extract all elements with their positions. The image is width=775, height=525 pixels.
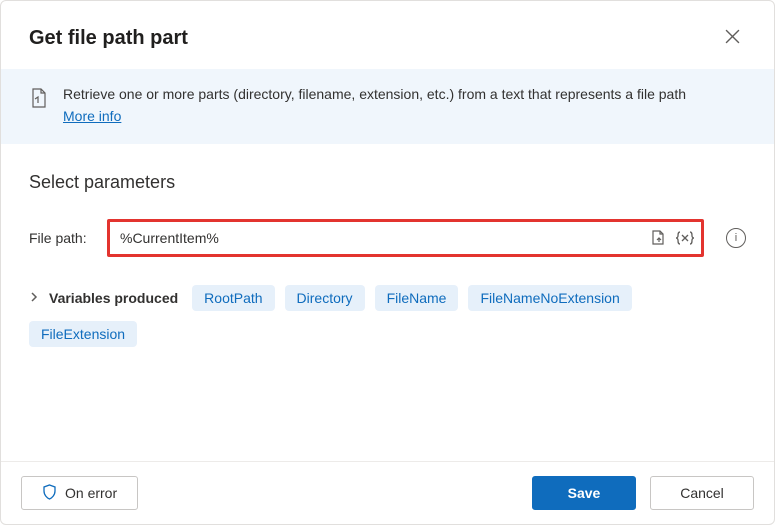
variables-produced-row: Variables produced RootPath Directory Fi… xyxy=(29,285,746,347)
close-button[interactable] xyxy=(719,23,746,53)
dialog-body: Select parameters File path: xyxy=(1,144,774,461)
on-error-label: On error xyxy=(65,485,117,501)
close-icon xyxy=(725,29,740,47)
dialog-title: Get file path part xyxy=(29,27,188,50)
dialog: Get file path part Retrieve one or more … xyxy=(0,0,775,525)
help-icon[interactable]: i xyxy=(726,228,746,248)
variable-chip[interactable]: FileName xyxy=(375,285,459,311)
shield-icon xyxy=(42,484,57,503)
file-path-input[interactable] xyxy=(120,230,649,246)
banner-description: Retrieve one or more parts (directory, f… xyxy=(63,86,686,102)
file-icon xyxy=(29,87,49,112)
more-info-link[interactable]: More info xyxy=(63,107,121,127)
on-error-button[interactable]: On error xyxy=(21,476,138,510)
variable-icon[interactable] xyxy=(675,228,695,248)
variable-chip[interactable]: Directory xyxy=(285,285,365,311)
file-path-input-wrap xyxy=(107,219,704,257)
banner-text: Retrieve one or more parts (directory, f… xyxy=(63,85,686,126)
file-path-row: File path: xyxy=(29,219,746,257)
variables-produced-label: Variables produced xyxy=(49,290,178,306)
save-button[interactable]: Save xyxy=(532,476,636,510)
variable-chip[interactable]: RootPath xyxy=(192,285,274,311)
expand-toggle[interactable] xyxy=(29,290,39,306)
cancel-button[interactable]: Cancel xyxy=(650,476,754,510)
dialog-header: Get file path part xyxy=(1,1,774,69)
info-banner: Retrieve one or more parts (directory, f… xyxy=(1,69,774,144)
chevron-right-icon xyxy=(29,290,39,306)
footer-right: Save Cancel xyxy=(532,476,754,510)
input-icons xyxy=(649,228,695,248)
file-path-label: File path: xyxy=(29,230,91,246)
dialog-footer: On error Save Cancel xyxy=(1,461,774,524)
variable-chip[interactable]: FileExtension xyxy=(29,321,137,347)
file-picker-icon[interactable] xyxy=(649,228,669,248)
section-title: Select parameters xyxy=(29,172,746,193)
variable-chip[interactable]: FileNameNoExtension xyxy=(468,285,631,311)
